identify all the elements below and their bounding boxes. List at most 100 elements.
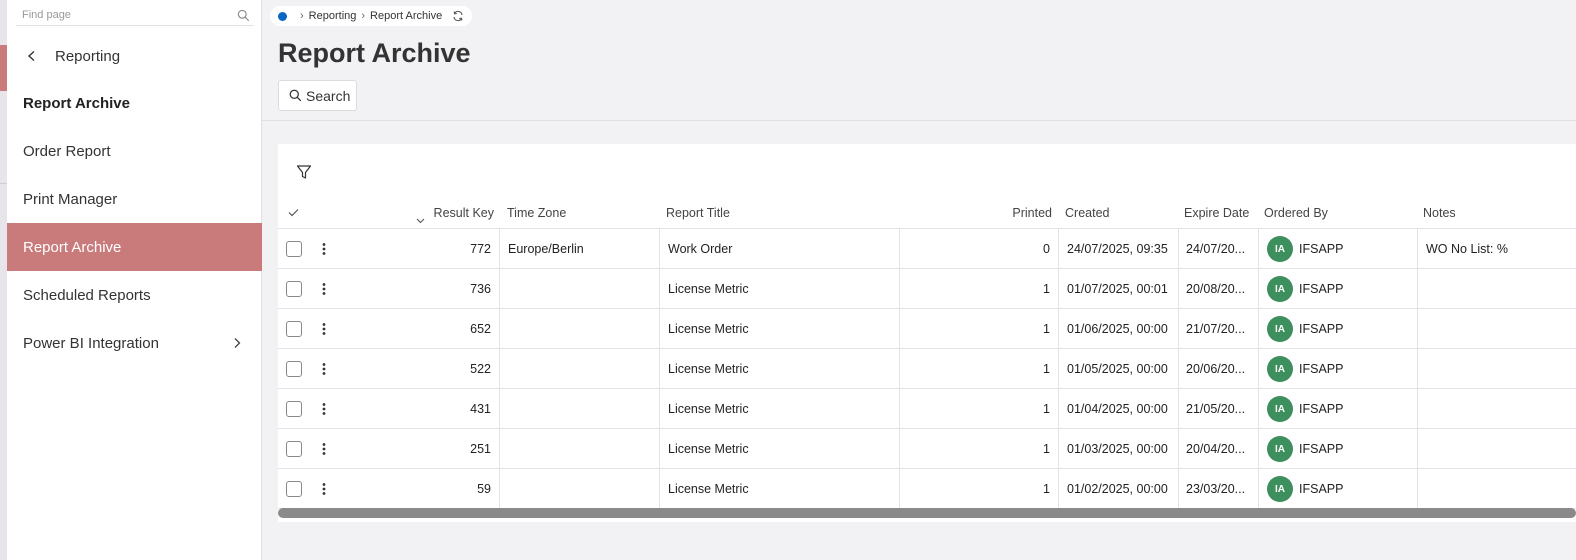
cell-expire-date: 20/06/20... (1179, 349, 1259, 389)
filter-icon[interactable] (296, 164, 312, 180)
search-icon[interactable] (237, 9, 250, 22)
column-header-created[interactable]: Created (1065, 196, 1175, 229)
cell-ordered-by: IA IFSAPP (1259, 229, 1418, 269)
report-archive-grid: Result Key Time Zone Report Title Printe… (278, 144, 1576, 522)
cell-result-key: 522 (428, 349, 500, 389)
avatar[interactable]: IA (1267, 356, 1293, 382)
sidebar-back-button[interactable]: Reporting (7, 40, 262, 72)
horizontal-scrollbar[interactable] (278, 508, 1576, 518)
table-row[interactable]: 652 License Metric 1 01/06/2025, 00:00 2… (278, 309, 1576, 349)
find-page-box (16, 6, 254, 26)
cell-notes (1418, 309, 1576, 349)
avatar[interactable]: IA (1267, 476, 1293, 502)
ordered-by-name: IFSAPP (1299, 322, 1344, 336)
cell-result-key: 736 (428, 269, 500, 309)
cell-time-zone: Europe/Berlin (500, 229, 660, 269)
cell-printed: 1 (900, 389, 1059, 429)
column-header-result-key[interactable]: Result Key (428, 196, 494, 229)
cell-report-title: License Metric (660, 269, 900, 309)
chevron-right-icon (234, 338, 241, 348)
row-checkbox[interactable] (286, 241, 302, 257)
breadcrumb: › Reporting › Report Archive (270, 6, 473, 26)
find-page-input[interactable] (16, 6, 216, 24)
table-row[interactable]: 59 License Metric 1 01/02/2025, 00:00 23… (278, 469, 1576, 509)
cell-printed: 1 (900, 269, 1059, 309)
cell-time-zone (500, 349, 660, 389)
cell-notes (1418, 389, 1576, 429)
table-row[interactable]: 772 Europe/Berlin Work Order 0 24/07/202… (278, 229, 1576, 269)
sidebar-item-label: Power BI Integration (23, 334, 159, 352)
column-header-printed[interactable]: Printed (978, 196, 1052, 229)
breadcrumb-separator-icon: › (361, 10, 366, 22)
sidebar-item-power-bi-integration[interactable]: Power BI Integration (7, 319, 262, 367)
avatar[interactable]: IA (1267, 396, 1293, 422)
cell-expire-date: 20/08/20... (1179, 269, 1259, 309)
column-header-report-title[interactable]: Report Title (666, 196, 896, 229)
breadcrumb-separator-icon: › (300, 10, 304, 22)
sidebar-item-label: Report Archive (23, 238, 122, 256)
sidebar-item-report-archive[interactable]: Report Archive (7, 223, 262, 271)
left-edge-accent (0, 45, 7, 91)
cell-ordered-by: IA IFSAPP (1259, 389, 1418, 429)
cell-result-key: 652 (428, 309, 500, 349)
row-checkbox[interactable] (286, 481, 302, 497)
search-button[interactable]: Search (278, 80, 357, 111)
avatar[interactable]: IA (1267, 436, 1293, 462)
cell-notes (1418, 429, 1576, 469)
avatar[interactable]: IA (1267, 236, 1293, 262)
row-checkbox[interactable] (286, 361, 302, 377)
ordered-by-name: IFSAPP (1299, 402, 1344, 416)
sidebar-item-print-manager[interactable]: Print Manager (7, 175, 262, 223)
column-header-time-zone[interactable]: Time Zone (507, 196, 657, 229)
row-checkbox[interactable] (286, 401, 302, 417)
search-button-label: Search (306, 87, 351, 104)
cell-time-zone (500, 469, 660, 509)
cell-result-key: 431 (428, 389, 500, 429)
more-options-icon[interactable] (322, 242, 326, 256)
cell-expire-date: 23/03/20... (1179, 469, 1259, 509)
more-options-icon[interactable] (322, 442, 326, 456)
column-header-ordered-by[interactable]: Ordered By (1264, 196, 1404, 229)
row-checkbox[interactable] (286, 321, 302, 337)
row-checkbox[interactable] (286, 441, 302, 457)
home-dot-icon[interactable] (278, 11, 287, 21)
cell-created: 01/04/2025, 00:00 (1059, 389, 1179, 429)
column-header-expire-date[interactable]: Expire Date (1184, 196, 1260, 229)
more-options-icon[interactable] (322, 482, 326, 496)
cell-printed: 0 (900, 229, 1059, 269)
row-checkbox[interactable] (286, 281, 302, 297)
column-header-notes[interactable]: Notes (1423, 196, 1573, 229)
refresh-icon[interactable] (452, 10, 464, 22)
cell-created: 01/02/2025, 00:00 (1059, 469, 1179, 509)
sidebar-back-label: Reporting (55, 47, 121, 65)
table-row[interactable]: 251 License Metric 1 01/03/2025, 00:00 2… (278, 429, 1576, 469)
ordered-by-name: IFSAPP (1299, 482, 1344, 496)
cell-created: 24/07/2025, 09:35 (1059, 229, 1179, 269)
more-options-icon[interactable] (322, 362, 326, 376)
cell-report-title: License Metric (660, 349, 900, 389)
more-options-icon[interactable] (322, 282, 326, 296)
avatar[interactable]: IA (1267, 316, 1293, 342)
more-options-icon[interactable] (322, 322, 326, 336)
cell-report-title: License Metric (660, 429, 900, 469)
cell-expire-date: 20/04/20... (1179, 429, 1259, 469)
avatar[interactable]: IA (1267, 276, 1293, 302)
table-row[interactable]: 522 License Metric 1 01/05/2025, 00:00 2… (278, 349, 1576, 389)
more-options-icon[interactable] (322, 402, 326, 416)
sidebar-item-order-report[interactable]: Order Report (7, 127, 262, 175)
cell-created: 01/05/2025, 00:00 (1059, 349, 1179, 389)
select-all-check-icon[interactable] (288, 208, 299, 217)
table-header: Result Key Time Zone Report Title Printe… (278, 196, 1576, 229)
cell-report-title: License Metric (660, 309, 900, 349)
cell-notes (1418, 349, 1576, 389)
cell-expire-date: 24/07/20... (1179, 229, 1259, 269)
table-row[interactable]: 431 License Metric 1 01/04/2025, 00:00 2… (278, 389, 1576, 429)
chevron-down-icon[interactable] (416, 218, 425, 224)
table-row[interactable]: 736 License Metric 1 01/07/2025, 00:01 2… (278, 269, 1576, 309)
cell-printed: 1 (900, 469, 1059, 509)
breadcrumb-item-reporting[interactable]: Reporting (309, 10, 357, 22)
cell-notes (1418, 469, 1576, 509)
sidebar: Reporting Report Archive Order Report Pr… (7, 0, 262, 560)
sidebar-item-scheduled-reports[interactable]: Scheduled Reports (7, 271, 262, 319)
left-edge-divider (0, 183, 7, 184)
